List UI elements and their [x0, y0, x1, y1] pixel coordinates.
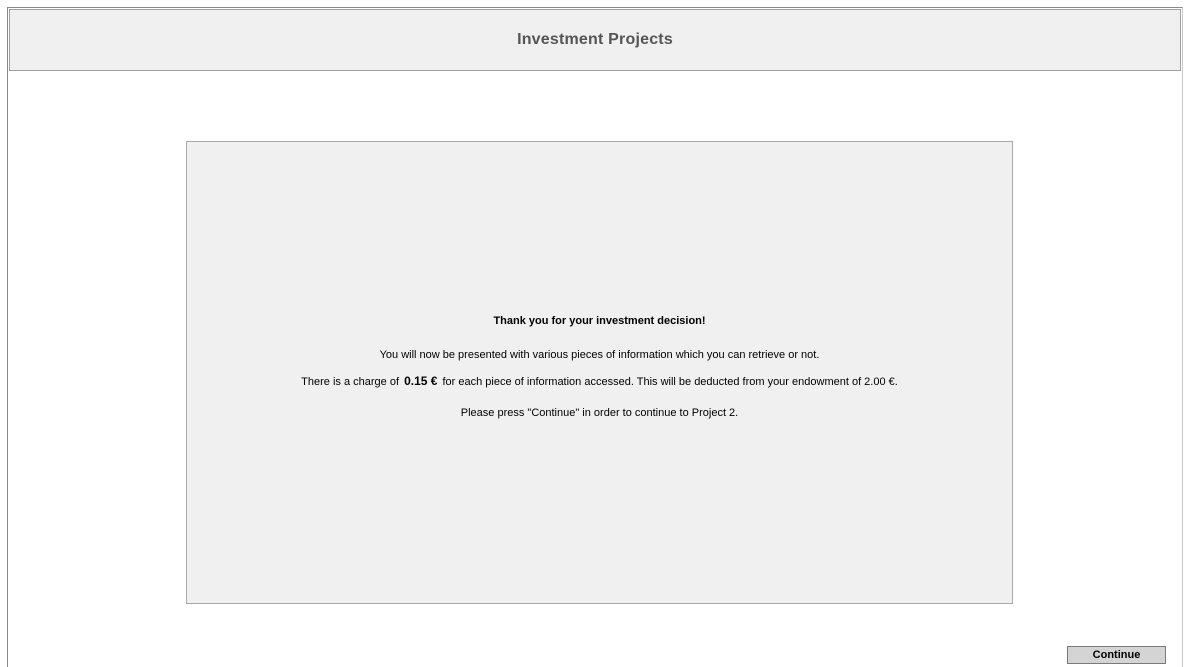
continue-instruction: Please press "Continue" in order to cont… [460, 407, 739, 419]
charge-notice: There is a charge of 0.15 € for each pie… [187, 374, 1012, 389]
header-bar: Investment Projects [9, 9, 1181, 71]
charge-amount: 0.15 € [404, 374, 438, 388]
info-panel: Thank you for your investment decision! … [186, 141, 1013, 604]
panel-content: Thank you for your investment decision! … [187, 314, 1012, 432]
information-notice: You will now be presented with various p… [379, 349, 820, 361]
charge-suffix: for each piece of information accessed. … [439, 376, 898, 388]
charge-prefix: There is a charge of [301, 376, 403, 388]
page-title: Investment Projects [517, 31, 673, 48]
panel-heading: Thank you for your investment decision! [493, 315, 706, 327]
continue-button[interactable]: Continue [1067, 646, 1166, 664]
